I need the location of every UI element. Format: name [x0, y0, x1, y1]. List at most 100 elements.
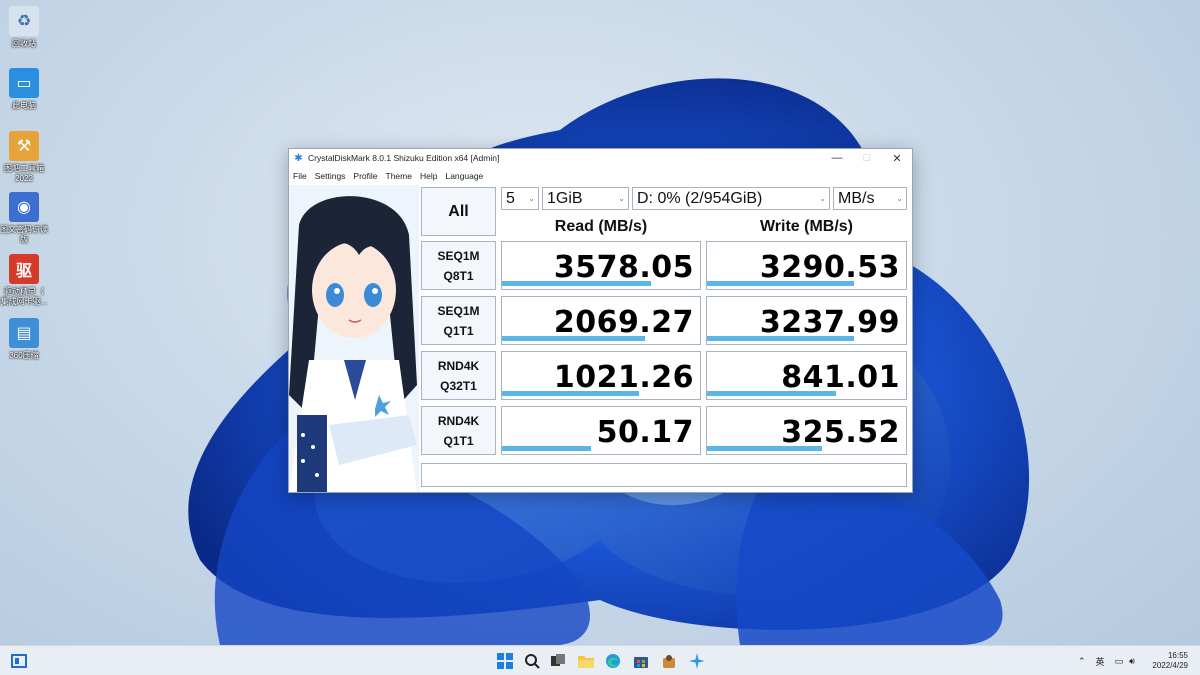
desktop-icon-label: 360压缩: [9, 351, 39, 360]
task-view-icon[interactable]: [549, 652, 567, 670]
desktop-icon-label: 图文密码识读版: [0, 225, 48, 244]
comment-input[interactable]: [421, 463, 907, 487]
app-icon: ✱: [294, 152, 303, 164]
desktop-icon-computer[interactable]: ▭ 此电脑: [0, 68, 48, 111]
widgets-icon[interactable]: [10, 652, 28, 670]
read-value: 2069.27: [553, 305, 694, 340]
clock-time: 16:55: [1167, 651, 1188, 660]
menu-file[interactable]: File: [293, 171, 307, 181]
write-bar: [707, 391, 837, 396]
read-result-cell: 1021.26: [501, 351, 701, 400]
test-label-line2: Q1T1: [443, 323, 474, 338]
drive-value: D: 0% (2/954GiB): [637, 189, 763, 207]
store-icon[interactable]: [632, 652, 650, 670]
menu-help[interactable]: Help: [420, 171, 437, 181]
read-result-cell: 3578.05: [501, 241, 701, 290]
read-bar: [502, 446, 592, 451]
edge-browser-icon[interactable]: [604, 652, 622, 670]
desktop-icon-label: 图吧工具箱 2022: [4, 164, 44, 183]
desktop-icon-app[interactable]: ◉ 图文密码识读版: [0, 192, 48, 245]
desktop-icon-archive[interactable]: ▤ 360压缩: [0, 318, 48, 361]
desktop-icon-label: 此电脑: [12, 101, 36, 110]
desktop-icon-recycle-bin[interactable]: ♻ 回收站: [0, 6, 48, 49]
benchmark-panel: All 5 ⌄ 1GiB ⌄ D: 0% (2/954GiB) ⌄ MB/s ⌄…: [289, 185, 912, 492]
volume-icon[interactable]: 🔊︎: [1129, 656, 1135, 667]
crystaldiskmark-window: ✱ CrystalDiskMark 8.0.1 Shizuku Edition …: [288, 148, 913, 493]
network-icon[interactable]: ▭: [1115, 656, 1124, 667]
test-button-seq1m-q1t1[interactable]: SEQ1M Q1T1: [421, 296, 496, 345]
desktop-icon-driver[interactable]: 驱 驱动精灵（ 集成网卡驱...: [0, 254, 48, 307]
read-column-header: Read (MB/s): [554, 218, 648, 235]
clock[interactable]: 16:55 2022/4/29: [1152, 651, 1188, 671]
clock-date: 2022/4/29: [1152, 661, 1188, 670]
menu-profile[interactable]: Profile: [353, 171, 377, 181]
file-explorer-icon[interactable]: [577, 652, 595, 670]
write-value: 3290.53: [759, 250, 900, 285]
test-label-line1: SEQ1M: [437, 303, 480, 318]
menu-theme[interactable]: Theme: [386, 171, 412, 181]
menu-settings[interactable]: Settings: [315, 171, 346, 181]
read-value: 1021.26: [553, 360, 694, 395]
shizuku-character-art: [289, 185, 419, 492]
read-result-cell: 50.17: [501, 406, 701, 455]
menu-language[interactable]: Language: [445, 171, 483, 181]
write-bar: [707, 336, 855, 341]
desktop-icon-toolbox[interactable]: ⚒ 图吧工具箱 2022: [0, 131, 48, 184]
window-controls: — □ ✕: [822, 149, 912, 167]
unit-value: MB/s: [838, 189, 875, 207]
search-icon[interactable]: [523, 652, 541, 670]
all-button[interactable]: All: [421, 187, 496, 236]
write-bar: [707, 446, 823, 451]
recycle-bin-icon: ♻: [9, 6, 39, 36]
input-language[interactable]: 英: [1096, 655, 1105, 668]
chevron-down-icon: ⌄: [896, 194, 903, 203]
start-icon[interactable]: [496, 652, 514, 670]
read-bar: [502, 391, 639, 396]
test-size-select[interactable]: 1GiB ⌄: [542, 187, 629, 210]
chevron-up-icon[interactable]: ⌃: [1078, 656, 1086, 667]
minimize-button[interactable]: —: [822, 149, 852, 167]
read-result-cell: 2069.27: [501, 296, 701, 345]
test-count-select[interactable]: 5 ⌄: [501, 187, 539, 210]
computer-icon: ▭: [9, 68, 39, 98]
test-label-line1: SEQ1M: [437, 248, 480, 263]
write-result-cell: 3237.99: [706, 296, 907, 345]
write-column-header: Write (MB/s): [759, 218, 854, 235]
driver-icon: 驱: [9, 254, 39, 284]
title-bar[interactable]: ✱ CrystalDiskMark 8.0.1 Shizuku Edition …: [289, 149, 912, 167]
chevron-down-icon: ⌄: [528, 194, 535, 203]
read-value: 50.17: [596, 415, 694, 450]
chevron-down-icon: ⌄: [819, 194, 826, 203]
read-value: 3578.05: [553, 250, 694, 285]
archive-icon: ▤: [9, 318, 39, 348]
desktop-icon-label: 回收站: [12, 39, 36, 48]
toolbox-icon: ⚒: [9, 131, 39, 161]
write-value: 3237.99: [759, 305, 900, 340]
maximize-button[interactable]: □: [852, 149, 882, 167]
test-button-seq1m-q8t1[interactable]: SEQ1M Q8T1: [421, 241, 496, 290]
menu-bar: File Settings Profile Theme Help Languag…: [289, 167, 912, 184]
write-result-cell: 3290.53: [706, 241, 907, 290]
read-bar: [502, 281, 651, 286]
test-label-line1: RND4K: [437, 413, 480, 428]
test-label-line1: RND4K: [437, 358, 480, 373]
write-value: 841.01: [781, 360, 900, 395]
window-title: CrystalDiskMark 8.0.1 Shizuku Edition x6…: [308, 153, 500, 163]
chevron-down-icon: ⌄: [618, 194, 625, 203]
test-label-line2: Q1T1: [443, 433, 474, 448]
toolbox-icon[interactable]: [660, 652, 678, 670]
system-tray: ⌃ 英 ▭ 🔊︎: [1078, 646, 1135, 675]
taskbar: ⌃ 英 ▭ 🔊︎ 16:55 2022/4/29: [0, 645, 1200, 675]
close-button[interactable]: ✕: [882, 149, 912, 167]
write-value: 325.52: [781, 415, 900, 450]
crystaldiskmark-icon[interactable]: [688, 652, 706, 670]
unit-select[interactable]: MB/s ⌄: [833, 187, 907, 210]
test-button-rnd4k-q32t1[interactable]: RND4K Q32T1: [421, 351, 496, 400]
test-button-rnd4k-q1t1[interactable]: RND4K Q1T1: [421, 406, 496, 455]
app-icon: ◉: [9, 192, 39, 222]
test-label-line2: Q32T1: [440, 378, 477, 393]
drive-select[interactable]: D: 0% (2/954GiB) ⌄: [632, 187, 830, 210]
write-result-cell: 325.52: [706, 406, 907, 455]
desktop-icon-label: 驱动精灵（ 集成网卡驱...: [0, 287, 48, 306]
write-bar: [707, 281, 855, 286]
